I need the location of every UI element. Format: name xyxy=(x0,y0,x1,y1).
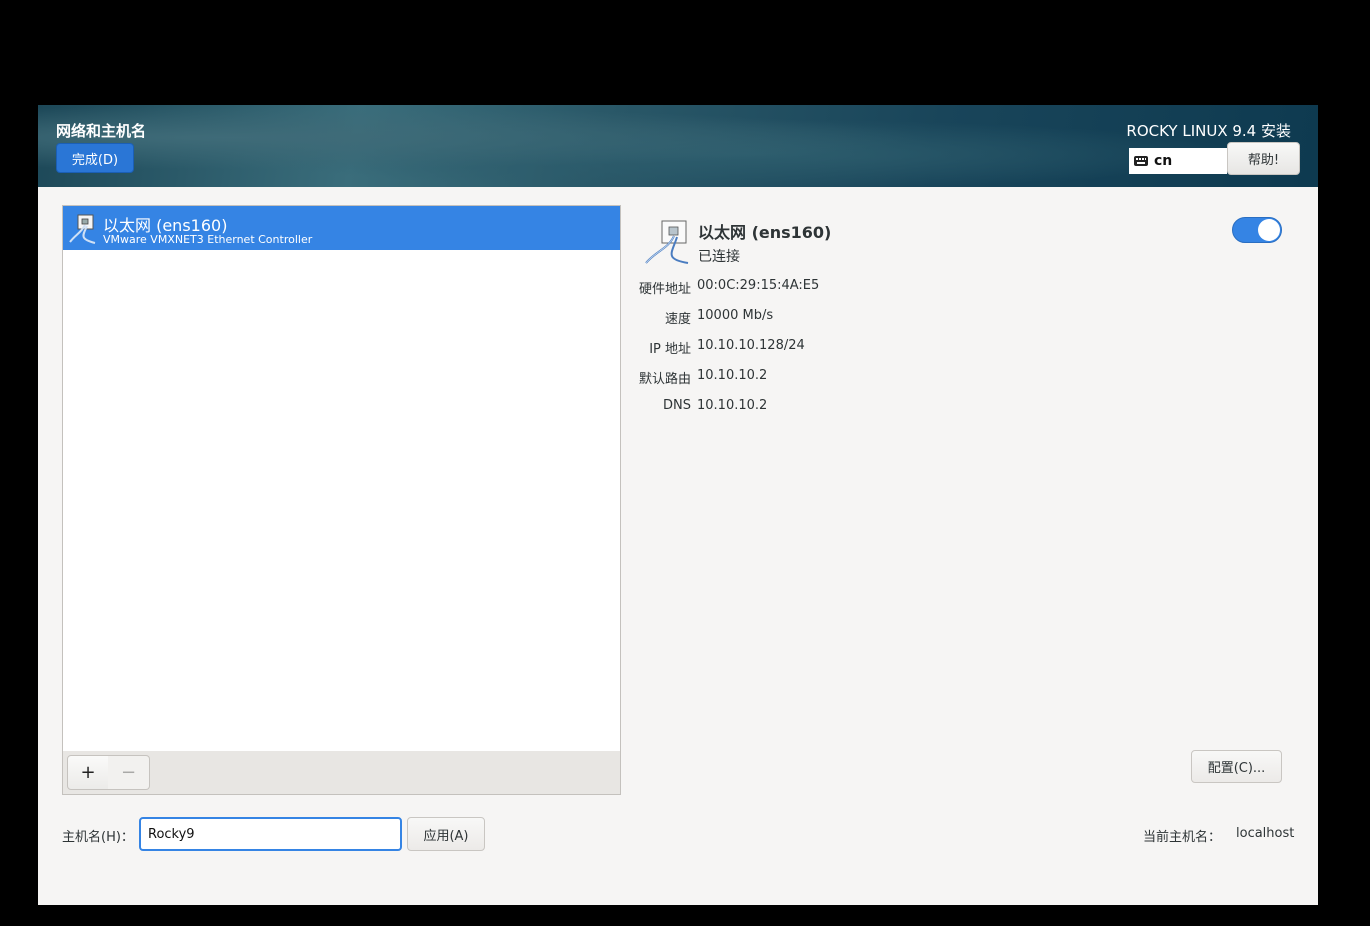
prop-label: DNS xyxy=(663,398,691,413)
detail-device-name: 以太网 (ens160) xyxy=(698,223,832,242)
remove-device-button[interactable]: − xyxy=(108,755,150,790)
hostname-label: 主机名(H)： xyxy=(62,830,134,845)
prop-default-route: 默认路由 10.10.10.2 xyxy=(634,368,1234,388)
current-hostname-value: localhost xyxy=(1236,826,1295,841)
prop-value: 10.10.10.2 xyxy=(697,398,768,413)
toggle-knob xyxy=(1258,219,1280,241)
page-title: 网络和主机名 xyxy=(56,122,147,140)
prop-value: 10.10.10.2 xyxy=(697,368,768,383)
keyboard-icon xyxy=(1134,156,1148,166)
prop-ip-address: IP 地址 10.10.10.128/24 xyxy=(634,338,1234,358)
connection-status: 已连接 xyxy=(698,249,740,265)
device-row-ens160[interactable]: 以太网 (ens160) VMware VMXNET3 Ethernet Con… xyxy=(63,206,620,250)
device-enable-toggle[interactable] xyxy=(1232,217,1282,243)
device-list: 以太网 (ens160) VMware VMXNET3 Ethernet Con… xyxy=(63,206,620,751)
current-hostname-label: 当前主机名： xyxy=(1143,830,1222,845)
prop-dns: DNS 10.10.10.2 xyxy=(634,398,1234,418)
prop-value: 10.10.10.128/24 xyxy=(697,338,805,353)
configure-button[interactable]: 配置(C)... xyxy=(1191,750,1282,783)
device-description: VMware VMXNET3 Ethernet Controller xyxy=(103,233,313,246)
prop-label: 硬件地址 xyxy=(638,282,691,297)
done-button[interactable]: 完成(D) xyxy=(56,143,134,173)
product-title: ROCKY LINUX 9.4 安装 xyxy=(1126,122,1291,140)
apply-hostname-button[interactable]: 应用(A) xyxy=(407,817,485,851)
header-bar: 网络和主机名 完成(D) ROCKY LINUX 9.4 安装 cn 帮助! xyxy=(38,105,1318,187)
keyboard-layout-label: cn xyxy=(1154,153,1173,169)
installer-window: 网络和主机名 完成(D) ROCKY LINUX 9.4 安装 cn 帮助! 以… xyxy=(38,105,1318,905)
hostname-input[interactable] xyxy=(139,817,402,851)
prop-value: 10000 Mb/s xyxy=(697,308,774,323)
add-device-button[interactable]: + xyxy=(67,755,109,790)
device-list-panel: 以太网 (ens160) VMware VMXNET3 Ethernet Con… xyxy=(62,205,621,795)
ethernet-large-icon xyxy=(645,220,689,264)
prop-value: 00:0C:29:15:4A:E5 xyxy=(697,278,820,293)
prop-label: 默认路由 xyxy=(638,372,691,387)
help-button[interactable]: 帮助! xyxy=(1227,142,1300,175)
prop-hardware-address: 硬件地址 00:0C:29:15:4A:E5 xyxy=(634,278,1234,298)
ethernet-icon xyxy=(69,214,96,244)
prop-label: 速度 xyxy=(664,312,691,327)
prop-label: IP 地址 xyxy=(649,342,691,357)
keyboard-layout-indicator[interactable]: cn xyxy=(1129,148,1227,174)
prop-speed: 速度 10000 Mb/s xyxy=(634,308,1234,328)
